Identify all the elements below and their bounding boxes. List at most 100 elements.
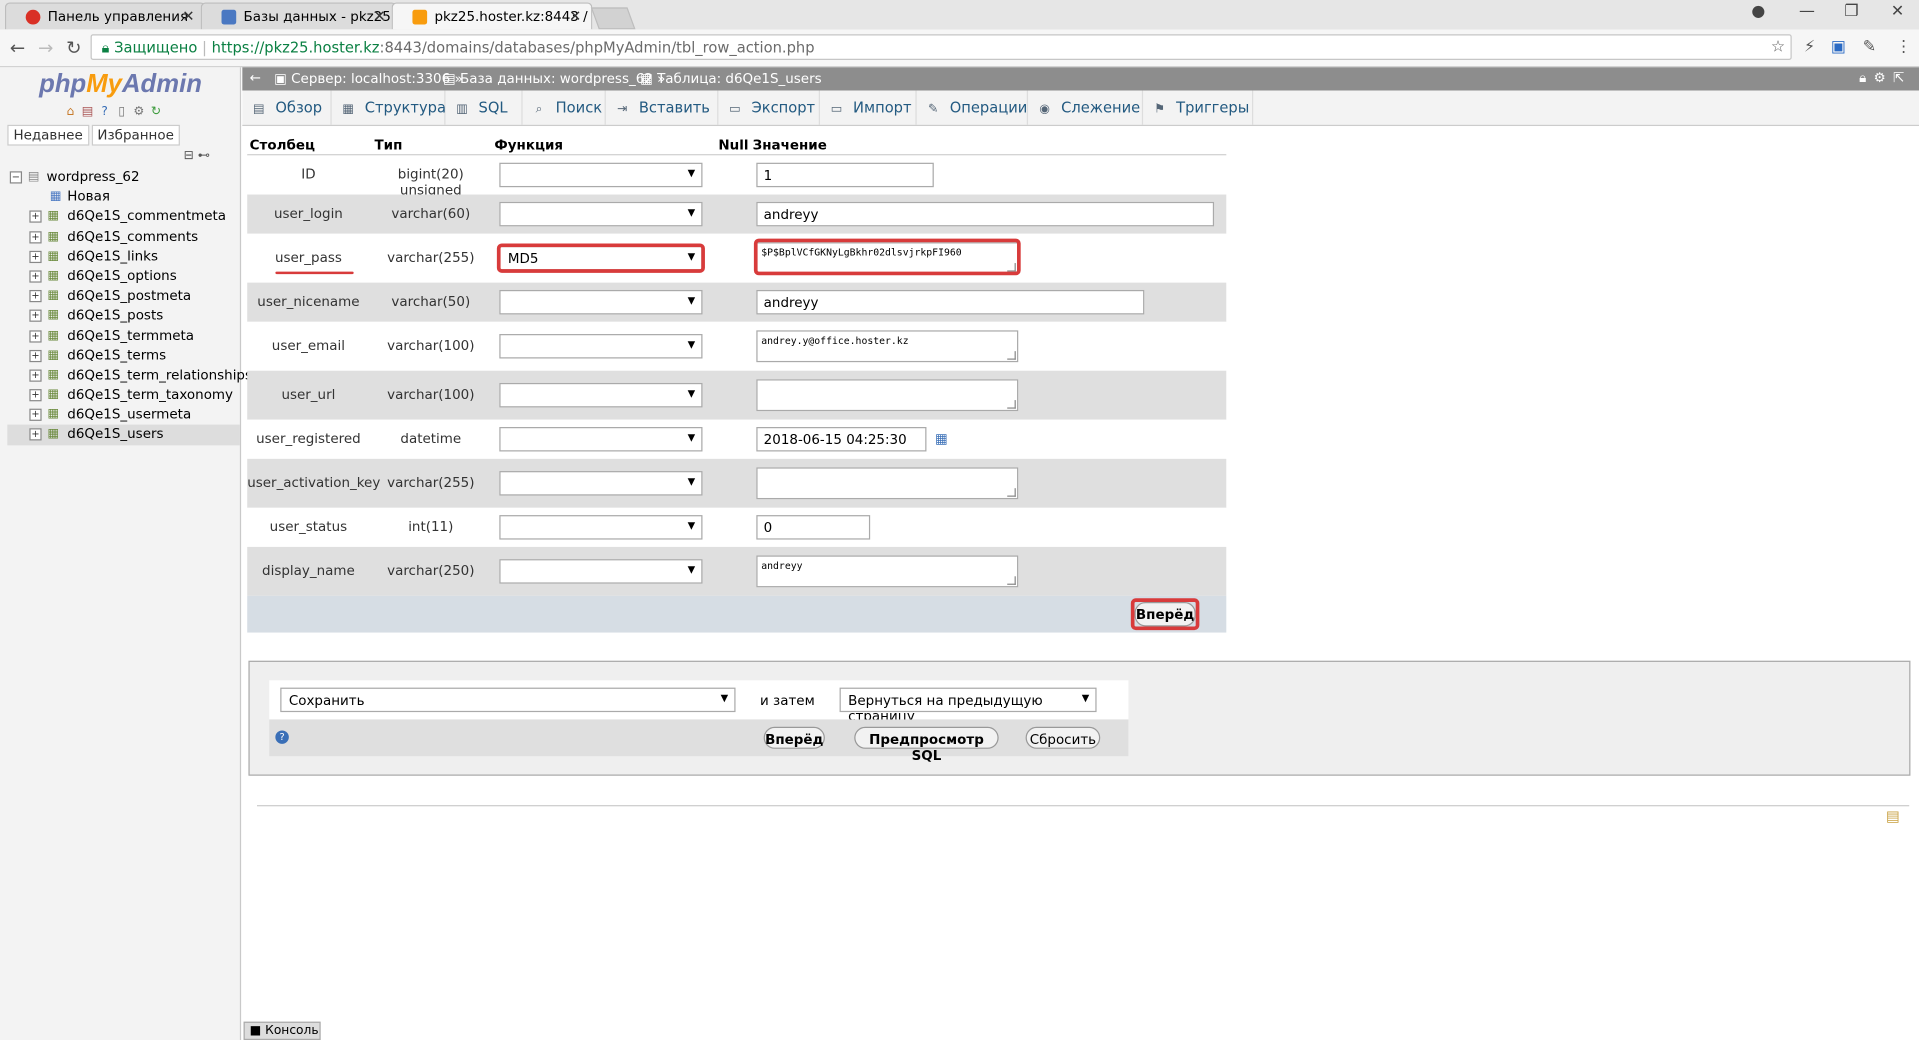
tree-table-item[interactable]: + ▦ d6Qe1S_term_taxonomy (7, 385, 240, 405)
tree-table-label[interactable]: d6Qe1S_term_relationships (67, 367, 252, 383)
expand-icon[interactable]: + (29, 389, 42, 402)
profile-icon[interactable]: ● (1751, 2, 1765, 20)
function-select[interactable]: ▼ (499, 515, 703, 540)
page-settings-icons[interactable]: 🔒︎⚙⇱ (1859, 70, 1912, 87)
tree-table-label[interactable]: d6Qe1S_users (67, 426, 163, 442)
tree-table-label[interactable]: d6Qe1S_commentmeta (67, 208, 226, 224)
tree-table-item[interactable]: + ▦ d6Qe1S_options (7, 267, 240, 287)
tree-table-label[interactable]: d6Qe1S_term_taxonomy (67, 387, 233, 403)
tree-table-label[interactable]: d6Qe1S_posts (67, 307, 163, 323)
collapse-all-icon[interactable]: ⊟ ⊷ (184, 149, 210, 162)
tree-database[interactable]: − ▤ wordpress_62 (7, 168, 240, 188)
go-button[interactable]: Вперёд (763, 726, 825, 749)
console-tab[interactable]: ■ Консоль (243, 1021, 321, 1040)
tree-table-item[interactable]: + ▦ d6Qe1S_postmeta (7, 286, 240, 306)
back-arrow-icon[interactable]: ← (10, 37, 25, 59)
tree-table-label[interactable]: d6Qe1S_terms (67, 347, 166, 363)
expand-icon[interactable]: + (29, 290, 42, 303)
expand-icon[interactable]: + (29, 329, 42, 342)
expand-icon[interactable]: + (29, 428, 42, 442)
tab-import[interactable]: ▭ Импорт (820, 90, 917, 125)
tree-table-label[interactable]: d6Qe1S_usermeta (67, 407, 191, 423)
expand-icon[interactable]: + (29, 309, 42, 323)
tree-table-item[interactable]: + ▦ d6Qe1S_term_relationships (7, 366, 252, 386)
minimize-icon[interactable]: — (1799, 2, 1815, 20)
function-select[interactable]: ▼ (499, 471, 703, 496)
tab-tracking[interactable]: ◉ Слежение (1028, 90, 1144, 125)
tree-database-label[interactable]: wordpress_62 (47, 169, 140, 185)
value-input[interactable]: 2018-06-15 04:25:30 (756, 427, 927, 452)
reload-icon[interactable]: ↻ (66, 37, 81, 59)
expand-icon[interactable]: + (29, 270, 42, 283)
tree-table-label[interactable]: d6Qe1S_termmeta (67, 327, 194, 343)
home-icon[interactable]: ⌂ (64, 105, 77, 118)
favorites-button[interactable]: Избранное (91, 124, 181, 146)
expand-icon[interactable]: + (29, 210, 42, 224)
help-icon[interactable]: ? (98, 105, 111, 118)
breadcrumb-table[interactable]: ▦ Таблица: d6Qe1S_users (640, 71, 822, 87)
tree-table-label[interactable]: d6Qe1S_links (67, 248, 158, 264)
value-input[interactable]: 1 (756, 162, 934, 188)
expand-icon[interactable]: + (29, 408, 42, 422)
close-icon[interactable]: ✕ (569, 7, 581, 24)
tree-table-label[interactable]: d6Qe1S_postmeta (67, 288, 191, 304)
value-textarea[interactable]: andreyy (756, 555, 1019, 588)
docs-icon[interactable]: ▯ (115, 105, 128, 118)
tree-table-item[interactable]: + ▦ d6Qe1S_posts (7, 306, 240, 326)
value-textarea[interactable] (756, 379, 1019, 412)
tab-browse[interactable]: ▤ Обзор (242, 90, 332, 125)
tree-table-label[interactable]: d6Qe1S_options (67, 268, 176, 284)
tab-sql[interactable]: ▥ SQL (445, 90, 523, 125)
after-insert-select[interactable]: Вернуться на предыдущую страницу ▼ (839, 687, 1097, 724)
expand-icon[interactable]: + (29, 349, 42, 362)
tree-table-item[interactable]: + ▦ d6Qe1S_commentmeta (7, 207, 240, 227)
breadcrumb-database[interactable]: ▤ База данных: wordpress_62 » (443, 71, 665, 87)
value-input[interactable]: andreyy (756, 289, 1145, 315)
function-select[interactable]: ▼ (499, 162, 703, 188)
value-input[interactable]: andreyy (756, 201, 1215, 227)
tree-new-table[interactable]: ▦ Новая (7, 187, 240, 207)
function-select[interactable]: ▼ (499, 427, 703, 452)
tree-table-item[interactable]: + ▦ d6Qe1S_termmeta (7, 326, 240, 346)
reload-nav-icon[interactable]: ↻ (149, 105, 162, 118)
value-textarea[interactable]: andrey.y@office.hoster.kz (756, 330, 1019, 363)
function-select[interactable]: ▼ (499, 382, 703, 408)
restore-icon[interactable]: ❐ (1844, 2, 1858, 20)
tab-triggers[interactable]: ⚑ Триггеры (1143, 90, 1254, 125)
tree-table-label[interactable]: d6Qe1S_comments (67, 228, 198, 244)
value-textarea[interactable] (756, 467, 1019, 500)
extension-icon[interactable]: ▣ (1831, 38, 1846, 56)
tab-search[interactable]: ⌕ Поиск (523, 90, 606, 125)
tree-table-item[interactable]: + ▦ d6Qe1S_usermeta (7, 405, 240, 425)
tab-operations[interactable]: ✎ Операции (917, 90, 1029, 125)
extension-icon[interactable]: ✎ (1863, 38, 1876, 56)
tab-insert[interactable]: ⇥ Вставить (606, 90, 719, 125)
tree-table-item[interactable]: + ▦ d6Qe1S_terms (7, 346, 240, 366)
notebook-icon[interactable]: ▤ (1886, 808, 1900, 825)
back-arrow-icon[interactable]: ← (250, 70, 261, 86)
browser-tab[interactable]: Базы данных - pkz25.hos ✕ (200, 2, 397, 30)
window-close-icon[interactable]: ✕ (1891, 2, 1904, 20)
reset-button[interactable]: Сбросить (1025, 726, 1101, 749)
logout-icon[interactable]: ▤ (81, 105, 94, 118)
help-icon[interactable]: ? (275, 730, 289, 744)
save-action-select[interactable]: Сохранить ▼ (280, 687, 736, 713)
expand-icon[interactable]: + (29, 369, 42, 382)
tab-structure[interactable]: ▦ Структура (332, 90, 446, 125)
tree-table-item[interactable]: + ▦ d6Qe1S_users (7, 425, 240, 445)
function-select[interactable]: ▼ (499, 559, 703, 584)
menu-dots-icon[interactable]: ⋮ (1896, 38, 1912, 56)
forward-arrow-icon[interactable]: → (38, 37, 53, 59)
tree-table-item[interactable]: + ▦ d6Qe1S_comments (7, 227, 240, 247)
tree-table-item[interactable]: + ▦ d6Qe1S_links (7, 247, 240, 267)
breadcrumb-server[interactable]: ▣ Сервер: localhost:3306 » (274, 71, 463, 87)
phpmyadmin-logo[interactable]: phpMyAdmin (39, 70, 202, 99)
close-icon[interactable]: ✕ (182, 7, 194, 24)
bookmark-star-icon[interactable]: ☆ (1771, 38, 1785, 56)
url-input[interactable]: 🔒︎ Защищено | https://pkz25.hoster.kz:84… (90, 34, 1792, 60)
expand-icon[interactable]: + (29, 250, 42, 263)
expand-icon[interactable]: + (29, 230, 42, 243)
tab-export[interactable]: ▭ Экспорт (718, 90, 820, 125)
tree-new-label[interactable]: Новая (67, 189, 110, 205)
new-tab-button[interactable] (590, 7, 636, 30)
